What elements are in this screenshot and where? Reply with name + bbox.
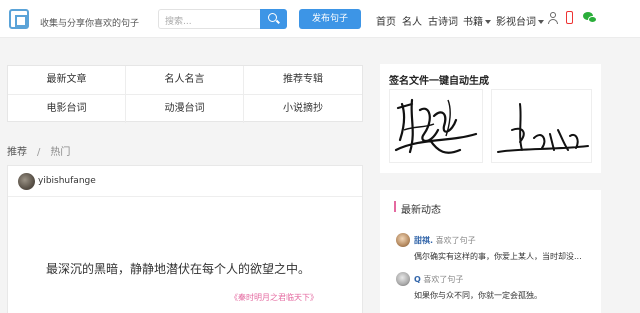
activity-user-name[interactable]: Q: [414, 275, 421, 284]
top-header: 收集与分享你喜欢的句子 搜索... 发布句子 首页 名人 古诗词 书籍 影视台词: [0, 0, 640, 38]
chevron-down-icon: [538, 20, 544, 24]
nav-film-lines[interactable]: 影视台词: [496, 13, 544, 28]
search-input[interactable]: 搜索...: [158, 9, 260, 29]
category-latest-articles[interactable]: 最新文章: [8, 66, 126, 95]
nav-film-lines-label: 影视台词: [496, 17, 536, 28]
signature-widget-title[interactable]: 签名文件一键自动生成: [389, 72, 489, 87]
chevron-down-icon: [485, 20, 491, 24]
nav-home[interactable]: 首页: [376, 13, 396, 28]
signature-sample-2[interactable]: [491, 89, 592, 163]
breadcrumb: 推荐 / 热门: [7, 143, 70, 158]
category-movie-lines[interactable]: 电影台词: [8, 95, 126, 123]
nav-books-label: 书籍: [463, 17, 483, 28]
signature-scribble-1: [394, 98, 478, 154]
site-logo-icon[interactable]: [9, 9, 29, 29]
author-avatar[interactable]: [18, 173, 35, 190]
activity-title: 最新动态: [401, 205, 441, 216]
category-grid: 最新文章 名人名言 推荐专辑 电影台词 动漫台词 小说摘抄: [7, 65, 363, 123]
phone-icon[interactable]: [566, 11, 573, 24]
section-accent-bar: [394, 201, 396, 212]
activity-sentence[interactable]: 偶尔确实有这样的事，你爱上某人，当时却没...: [414, 251, 599, 262]
nav-poetry[interactable]: 古诗词: [428, 13, 458, 28]
nav-books[interactable]: 书籍: [463, 13, 491, 28]
post-card: yibishufange 最深沉的黑暗，静静地潜伏在每个人的欲望之中。 《秦时明…: [7, 165, 363, 313]
avatar[interactable]: [396, 233, 410, 247]
signature-sample-1[interactable]: [389, 89, 483, 163]
avatar[interactable]: [396, 272, 410, 286]
activity-action: 喜欢了句子: [435, 236, 476, 245]
signature-scribble-2: [497, 103, 589, 153]
activity-sentence[interactable]: 如果你与众不同，你就一定会孤独。: [414, 290, 599, 301]
nav-celebrities[interactable]: 名人: [402, 13, 422, 28]
author-name[interactable]: yibishufange: [38, 176, 96, 186]
category-novel-excerpts[interactable]: 小说摘抄: [244, 95, 362, 123]
activity-action: 喜欢了句子: [423, 275, 464, 284]
breadcrumb-separator: /: [37, 147, 41, 158]
user-icon[interactable]: [548, 12, 558, 24]
search-button[interactable]: [260, 9, 287, 29]
post-source[interactable]: 《秦时明月之君临天下》: [230, 292, 318, 303]
recent-activity-widget: 最新动态 甜祺. 喜欢了句子 偶尔确实有这样的事，你爱上某人，当时却没... Q…: [380, 190, 601, 313]
breadcrumb-current: 热门: [50, 147, 71, 158]
publish-sentence-button[interactable]: 发布句子: [299, 9, 361, 29]
site-slogan: 收集与分享你喜欢的句子: [40, 19, 140, 29]
signature-generator-widget: 签名文件一键自动生成: [380, 64, 601, 173]
activity-user-name[interactable]: 甜祺.: [414, 236, 433, 245]
wechat-icon[interactable]: [583, 12, 597, 24]
category-anime-lines[interactable]: 动漫台词: [126, 95, 244, 123]
breadcrumb-root[interactable]: 推荐: [7, 147, 27, 158]
category-famous-quotes[interactable]: 名人名言: [126, 66, 244, 95]
category-recommended-albums[interactable]: 推荐专辑: [244, 66, 362, 95]
post-quote[interactable]: 最深沉的黑暗，静静地潜伏在每个人的欲望之中。: [8, 260, 340, 277]
post-card-header: yibishufange: [8, 166, 362, 197]
